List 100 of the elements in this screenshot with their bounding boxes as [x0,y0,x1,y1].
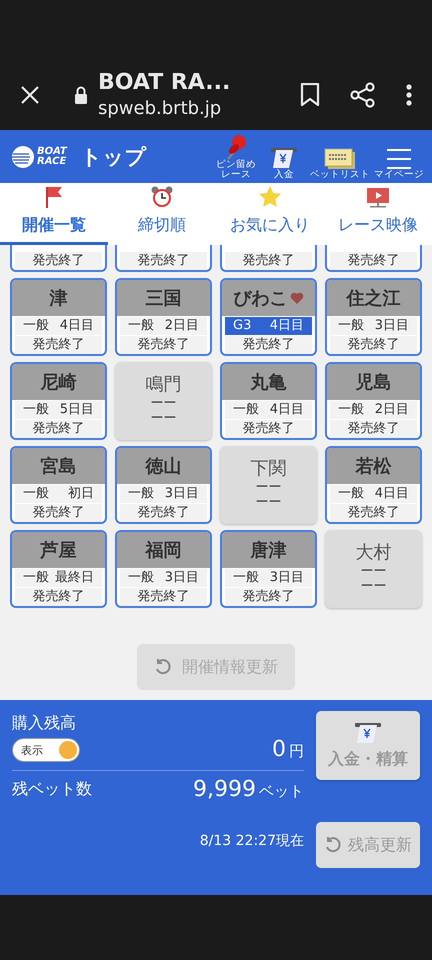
race-day: 最終日 [55,569,94,587]
refresh-icon [324,836,342,854]
venue-card[interactable]: 若松 一般 4日目 発売終了 [325,446,422,524]
balance-label: 購入残高 [12,712,77,734]
venue-card[interactable]: 児島 一般 2日目 発売終了 [325,362,422,440]
race-day: 4日目 [60,317,94,335]
venue-card[interactable]: 芦屋 一般 最終日 発売終了 [10,530,107,608]
remaining-bets-count: 9,999 [193,777,256,802]
remaining-bets-label: 残ベット数 [12,778,92,800]
tickets-icon [324,148,356,170]
header-action-button[interactable]: マイページ [374,148,424,180]
show-toggle[interactable]: 表示 [12,738,80,762]
race-grade: 一般 [23,569,49,587]
venue-name: 若松 [356,455,392,478]
venue-card[interactable]: 唐津 一般 3日目 発売終了 [220,530,317,608]
venue-name: 下関 [250,457,286,480]
venue-card[interactable]: 宮島 一般 初日 発売終了 [10,446,107,524]
venue-name: びわこ [234,287,288,310]
venue-card[interactable]: 住之江 一般 3日目 発売終了 [325,278,422,356]
sales-status: 発売終了 [138,336,190,354]
bets-unit: ベット [259,782,304,801]
race-grade: 一般 [338,317,364,335]
venue-card[interactable]: 発売終了 [325,245,422,272]
venue-name: 宮島 [40,455,76,478]
race-day: 5日目 [60,401,94,419]
venue-card[interactable]: びわこ G3 4日目 発売終了 [220,278,317,356]
sales-status: 発売終了 [242,252,294,270]
venue-name: 児島 [356,371,392,394]
header-action-button[interactable]: ピン留め レース [214,134,258,180]
race-day: 4日目 [374,485,409,503]
sales-status: 発売終了 [138,588,190,606]
close-icon[interactable] [20,85,40,105]
race-grade: 一般 [128,569,154,587]
race-day: 3日目 [164,569,199,587]
venue-card[interactable]: 津 一般 4日目 発売終了 [10,278,107,356]
sales-status: 発売終了 [348,420,400,438]
race-day: 2日目 [374,401,409,419]
sales-status: 発売終了 [32,588,84,606]
logo-text: BOAT [37,146,67,156]
venue-name: 住之江 [346,287,400,310]
race-grade: 一般 [128,485,154,503]
yen-ticket-icon [270,146,298,170]
menu-icon [386,148,412,170]
bookmark-icon[interactable] [300,83,320,107]
logo-icon [11,144,35,168]
more-icon[interactable] [406,84,412,106]
timestamp: 8/13 22:27現在 [200,832,304,850]
venue-card[interactable]: 発売終了 [10,245,107,272]
venue-card[interactable]: 下関 ーー ーー [220,446,317,524]
sales-status: 発売終了 [348,252,400,270]
race-grade: G3 [233,317,252,335]
race-day: 4日目 [270,317,304,335]
venue-card[interactable]: 福岡 一般 3日目 発売終了 [115,530,212,608]
header-action-button[interactable]: 入金 [262,146,306,180]
venue-card[interactable]: 丸亀 一般 4日目 発売終了 [220,362,317,440]
no-race-dash: ーー [150,411,176,426]
race-grade: 一般 [338,485,364,503]
venue-name: 芦屋 [40,539,76,562]
race-grade: 一般 [338,401,364,419]
tab[interactable]: レース映像 [324,183,432,245]
race-grade: 一般 [128,317,154,335]
share-icon[interactable] [350,82,376,108]
no-race-dash: ーー [360,579,386,594]
sales-status: 発売終了 [32,420,84,438]
race-day: 3日目 [164,485,199,503]
race-grade: 一般 [233,569,259,587]
race-day: 初日 [68,485,94,503]
page-url[interactable]: spweb.brtb.jp [98,97,300,121]
sales-status: 発売終了 [32,336,84,354]
venue-card[interactable]: 尼崎 一般 5日目 発売終了 [10,362,107,440]
venue-card[interactable]: 大村 ーー ーー [325,530,422,608]
venue-card[interactable]: 発売終了 [220,245,317,272]
refresh-icon [154,658,172,676]
sales-status: 発売終了 [242,420,294,438]
venue-card[interactable]: 三国 一般 2日目 発売終了 [115,278,212,356]
venue-name: 津 [50,287,68,310]
page-heading: トップ [80,144,148,170]
no-race-dash: ーー [360,564,386,579]
venue-name: 唐津 [250,539,286,562]
race-grade: 一般 [23,401,49,419]
balance-amount: 0 [272,737,286,762]
race-day: 4日目 [270,401,304,419]
venue-name: 三国 [146,287,182,310]
race-day: 3日目 [374,317,409,335]
page-title: BOAT RA... [98,69,232,97]
venue-name: 徳山 [146,455,182,478]
tab[interactable]: お気に入り [216,183,324,245]
venue-card[interactable]: 徳山 一般 3日目 発売終了 [115,446,212,524]
sales-status: 発売終了 [242,588,294,606]
venue-card[interactable]: 鳴門 ーー ーー [115,362,212,440]
venue-card[interactable]: 発売終了 [115,245,212,272]
sales-status: 発売終了 [138,252,190,270]
race-day: 2日目 [164,317,199,335]
sales-status: 発売終了 [32,504,84,522]
sales-status: 発売終了 [138,504,190,522]
tab[interactable]: 締切順 [108,183,216,245]
header-action-button[interactable]: ベットリスト [310,148,370,180]
no-race-dash: ーー [150,396,176,411]
star-icon [258,185,282,209]
no-race-dash: ーー [256,480,282,495]
